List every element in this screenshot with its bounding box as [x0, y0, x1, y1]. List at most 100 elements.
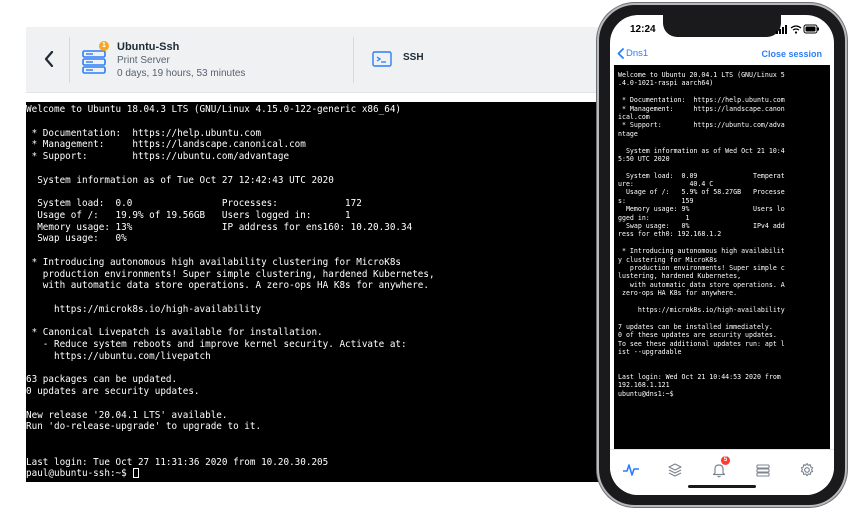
terminal-line: ubuntu@dns1:~$ [618, 389, 674, 398]
phone-terminal-output: Welcome to Ubuntu 20.04.1 LTS (GNU/Linux… [618, 71, 830, 398]
tab-list[interactable] [752, 459, 774, 481]
terminal-line: * Introducing autonomous high availabili… [618, 247, 785, 256]
terminal-output: Welcome to Ubuntu 18.04.3 LTS (GNU/Linux… [26, 104, 660, 468]
terminal-icon [372, 51, 392, 67]
terminal-line: ical.com [618, 112, 650, 121]
terminal-line: Usage of /: 19.9% of 19.56GB Users logge… [26, 209, 351, 221]
terminal-line: Usage of /: 5.9% of 58.27GB Processe [618, 188, 785, 197]
back-button[interactable] [38, 47, 60, 71]
nav-back-button[interactable]: Dns1 [617, 48, 648, 59]
phone-terminal[interactable]: Welcome to Ubuntu 20.04.1 LTS (GNU/Linux… [614, 65, 830, 449]
terminal-line: ntage [618, 129, 638, 138]
terminal-line: * Management: https://landscape.canon [618, 104, 785, 113]
terminal-line: https://microk8s.io/high-availability [618, 305, 785, 314]
terminal-line: s: 159 [618, 196, 694, 205]
terminal-line: y clustering for MicroK8s [618, 255, 718, 264]
activity-icon [623, 464, 639, 476]
terminal-line: Memory usage: 9% Users lo [618, 205, 785, 214]
terminal-line: lustering, hardened Kubernetes, [618, 272, 742, 281]
terminal-line: Swap usage: 0% [26, 233, 127, 245]
terminal-line: 192.168.1.121 [618, 381, 670, 390]
terminal-line: ist --upgradable [618, 347, 682, 356]
terminal-line: production environments! Super simple cl… [26, 268, 435, 280]
terminal-line: 0 of these updates are security updates. [618, 331, 777, 340]
tab-bar: 5 [610, 449, 834, 495]
terminal-line: Last login: Tue Oct 27 11:31:36 2020 fro… [26, 456, 329, 468]
terminal-line: Memory usage: 13% IP address for ens160:… [26, 221, 413, 233]
terminal-line: Welcome to Ubuntu 18.04.3 LTS (GNU/Linux… [26, 104, 402, 115]
terminal-prompt-line[interactable]: paul@ubuntu-ssh:~$ [26, 468, 660, 480]
phone-frame: 12:24 Dns1 Close session Welcome to Ubun… [597, 3, 847, 507]
gear-icon [800, 462, 814, 477]
tab-layers[interactable] [664, 459, 686, 481]
signal-icon [776, 25, 787, 34]
server-role: Print Server [117, 55, 170, 66]
phone-screen: 12:24 Dns1 Close session Welcome to Ubun… [610, 15, 834, 495]
terminal-line: * Management: https://landscape.canonica… [26, 139, 306, 151]
terminal-line: System information as of Wed Oct 21 10:4 [618, 146, 785, 155]
list-icon [756, 464, 770, 477]
nav-back-label: Dns1 [626, 48, 649, 59]
terminal-line: zero-ops HA K8s for anywhere. [618, 289, 738, 298]
wifi-icon [790, 25, 802, 34]
tab-notifications[interactable]: 5 [708, 456, 730, 481]
terminal-line: https://microk8s.io/high-availability [26, 303, 262, 315]
terminal-line: https://ubuntu.com/livepatch [26, 350, 211, 362]
terminal-line: gged in: 1 [618, 213, 690, 222]
terminal-line: 7 updates can be installed immediately. [618, 322, 773, 331]
layers-icon [668, 463, 682, 477]
terminal-line: System load: 0.09 Temperat [618, 171, 785, 180]
terminal-line: System information as of Tue Oct 27 12:4… [26, 174, 334, 186]
terminal-line: * Support: https://ubuntu.com/adva [618, 121, 785, 130]
terminal-line: Last login: Wed Oct 21 10:44:53 2020 fro… [618, 373, 781, 382]
alert-badge: 1 [99, 41, 109, 51]
terminal-line: Welcome to Ubuntu 20.04.1 LTS (GNU/Linux… [618, 71, 785, 79]
status-time: 12:24 [630, 24, 656, 35]
phone-notch [663, 15, 781, 37]
terminal-line: Swap usage: 0% IPv4 add [618, 222, 785, 231]
terminal-line: with automatic data store operations. A [618, 280, 785, 289]
tab-activity[interactable] [620, 459, 642, 481]
notification-badge: 5 [721, 456, 730, 465]
terminal-line: 0 updates are security updates. [26, 386, 200, 397]
terminal-line: .4.0-1021-raspi aarch64) [618, 79, 714, 88]
session-type-label: SSH [403, 52, 424, 63]
server-name[interactable]: Ubuntu-Ssh [117, 41, 179, 53]
terminal-line: * Documentation: https://help.ubuntu.com [26, 127, 262, 139]
terminal-line: System load: 0.0 Processes: 172 [26, 198, 362, 209]
home-indicator [688, 485, 756, 488]
terminal-line: To see these additional updates run: apt… [618, 339, 785, 348]
terminal-prompt: paul@ubuntu-ssh:~$ [26, 468, 133, 480]
terminal-line: * Canonical Livepatch is available for i… [26, 327, 323, 339]
terminal-line: ure: 40.4 C [618, 180, 714, 189]
terminal-line: with automatic data store operations. A … [26, 280, 429, 292]
header-divider [353, 37, 354, 83]
terminal-line: * Support: https://ubuntu.com/advantage [26, 151, 290, 162]
close-session-button[interactable]: Close session [761, 49, 822, 59]
tab-settings[interactable] [796, 459, 818, 481]
terminal-line: production environments! Super simple c [618, 263, 785, 272]
terminal-line: 63 packages can be updated. [26, 374, 178, 386]
header-divider [69, 37, 70, 83]
server-uptime: 0 days, 19 hours, 53 minutes [117, 68, 246, 79]
chevron-left-icon [617, 48, 624, 59]
desktop-terminal[interactable]: Welcome to Ubuntu 18.04.3 LTS (GNU/Linux… [26, 102, 660, 482]
